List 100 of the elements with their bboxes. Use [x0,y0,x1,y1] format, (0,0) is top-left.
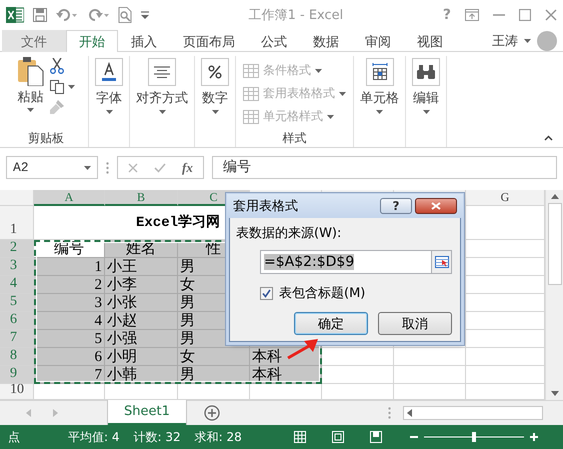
column-header[interactable]: G [466,190,545,206]
zoom-in-icon[interactable] [530,433,538,441]
table-cell: 小强 [105,330,178,348]
table-cell: 本科 [250,348,322,366]
caret-icon [315,68,322,72]
table-style-icon [243,110,259,124]
insert-function-button[interactable]: fx [182,160,193,176]
ribbon-tab[interactable]: 文件 [2,30,66,52]
save-icon[interactable] [33,8,47,22]
ribbon-tab[interactable]: 插入 [118,30,170,52]
spreadsheet-logo-icon[interactable] [6,7,24,23]
checkbox[interactable] [260,286,273,300]
ribbon-tab[interactable]: 公式 [248,30,300,52]
row-header[interactable]: 2 [0,240,34,258]
caret-icon [27,108,34,112]
ribbon-tab[interactable]: 视图 [404,30,456,52]
user-name[interactable]: 王涛 [492,32,518,50]
percent-icon [208,65,222,79]
clipboard-icon [18,56,44,86]
group-label: 样式 [282,130,306,147]
help-button[interactable]: ? [380,198,412,214]
page-layout-icon[interactable] [332,431,344,443]
horizontal-scrollbar[interactable] [403,406,543,420]
table-cells-icon [370,63,388,81]
caret-icon [327,114,334,118]
ribbon-button[interactable]: 编辑 [412,56,440,116]
table-cell: 3 [34,294,105,312]
drag-handle-icon[interactable] [388,407,391,419]
caret-icon [524,38,531,42]
table-cell: 5 [34,330,105,348]
dialog-button[interactable]: 取消 [378,312,452,335]
ribbon-tab[interactable]: 数据 [300,30,352,52]
table-cell: 4 [34,312,105,330]
cut-icon[interactable] [50,58,64,74]
vertical-scrollbar[interactable] [545,190,563,400]
caret-icon [84,166,91,170]
undo-icon[interactable] [56,9,78,21]
copy-icon[interactable] [50,80,64,94]
ribbon-tab[interactable]: 审阅 [352,30,404,52]
sheet-tab[interactable]: Sheet1 [108,400,186,425]
paste-button[interactable]: 粘贴 [18,56,44,112]
scroll-up-icon[interactable] [550,194,558,199]
row-header[interactable]: 10 [0,384,34,400]
table-cell: 小赵 [105,312,178,330]
scroll-left-icon[interactable] [407,409,412,417]
checkmark-icon[interactable] [154,162,166,172]
checkmark-icon [262,288,271,298]
slider-thumb[interactable] [472,432,476,442]
close-icon [431,202,441,210]
status-stat: 求和: 28 [194,428,242,446]
ribbon-button[interactable]: 数字 [201,56,229,116]
caret-icon [339,92,346,96]
caret-icon [106,110,112,114]
align-center-icon [154,66,170,78]
checkbox-label[interactable]: 表包含标题(M) [279,284,366,302]
row-header[interactable]: 1 [0,206,34,240]
status-stat: 计数: 32 [134,428,181,446]
print-preview-icon[interactable] [118,7,132,23]
close-icon[interactable] [545,9,557,21]
add-sheet-icon[interactable] [204,405,220,421]
font-icon [99,62,119,82]
ribbon-display-icon[interactable] [465,9,479,21]
customize-menu-icon[interactable] [141,11,149,19]
row-header[interactable]: 9 [0,366,34,384]
close-button[interactable] [415,198,457,214]
row-header[interactable]: 7 [0,330,34,348]
caret-icon [158,110,166,114]
table-style-icon [243,86,259,100]
scroll-down-icon[interactable] [550,391,558,396]
row-header[interactable]: 8 [0,348,34,366]
ribbon-tab[interactable]: 开始 [66,30,118,52]
zoom-slider[interactable] [424,432,524,442]
grid-view-icon[interactable] [294,431,306,443]
ribbon-button[interactable]: 单元格 [360,56,399,116]
drag-handle-icon[interactable] [106,162,109,174]
range-picker-icon [434,256,448,268]
status-stat: 平均值: 4 [68,428,120,446]
range-picker-button[interactable] [431,251,451,273]
table-cell: 1 [34,258,105,276]
formula-field[interactable]: 编号 [212,156,557,179]
ribbon-button[interactable]: 字体 [95,56,123,116]
ribbon-tab[interactable]: 页面布局 [170,30,248,52]
name-box[interactable]: A2 [6,156,98,179]
column-header[interactable]: B [105,190,178,206]
row-header[interactable]: 5 [0,294,34,312]
redo-icon[interactable] [87,9,109,21]
dialog-button[interactable]: 确定 [294,312,368,335]
page-break-icon[interactable] [370,431,382,443]
maximize-icon[interactable] [519,9,531,21]
row-header[interactable]: 4 [0,276,34,294]
table-cell: 2 [34,276,105,294]
row-header[interactable]: 3 [0,258,34,276]
collapse-ribbon-icon[interactable] [544,135,553,141]
range-field[interactable]: =$A$2:$D$9 [260,250,452,274]
table-cell: 6 [34,348,105,366]
table-cell: 女 [178,348,250,366]
column-header[interactable]: A [34,190,105,206]
row-header[interactable]: 6 [0,312,34,330]
ribbon-button[interactable]: 对齐方式 [136,56,188,116]
caret-icon [212,110,218,114]
